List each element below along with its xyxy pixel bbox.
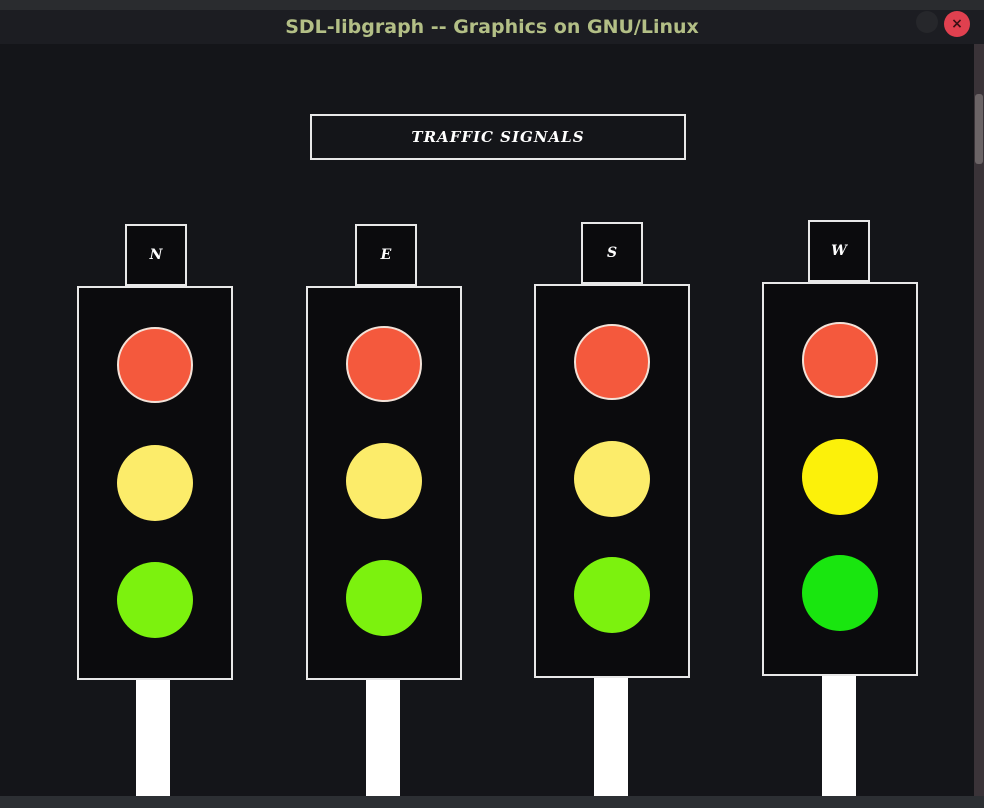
heading-box: TRAFFIC SIGNALS [310, 114, 686, 160]
scrollbar-thumb[interactable] [975, 94, 983, 164]
green-lamp [574, 557, 650, 633]
green-lamp [346, 560, 422, 636]
green-lamp [802, 555, 878, 631]
desktop-top-panel [0, 0, 984, 10]
close-icon: × [951, 16, 963, 32]
direction-box-n: N [125, 224, 187, 286]
signal-pole-s [594, 674, 628, 796]
window-title: SDL-libgraph -- Graphics on GNU/Linux [285, 16, 699, 38]
traffic-signal-s [534, 284, 690, 678]
direction-label: S [606, 245, 618, 261]
direction-box-s: S [581, 222, 643, 284]
signal-pole-e [366, 676, 400, 796]
window-titlebar[interactable]: SDL-libgraph -- Graphics on GNU/Linux × [0, 10, 984, 44]
red-lamp [117, 327, 193, 403]
yellow-lamp [802, 439, 878, 515]
heading-text: TRAFFIC SIGNALS [411, 128, 585, 146]
red-lamp [802, 322, 878, 398]
direction-label: E [380, 247, 392, 263]
yellow-lamp [574, 441, 650, 517]
traffic-signal-e [306, 286, 462, 680]
minimize-button[interactable] [916, 11, 938, 33]
traffic-signal-w [762, 282, 918, 676]
red-lamp [574, 324, 650, 400]
red-lamp [346, 326, 422, 402]
direction-box-e: E [355, 224, 417, 286]
direction-label: N [149, 247, 163, 263]
bottom-terminal-strip [0, 796, 984, 808]
green-lamp [117, 562, 193, 638]
signal-pole-n [136, 678, 170, 796]
traffic-signal-n [77, 286, 233, 680]
close-button[interactable]: × [944, 11, 970, 37]
yellow-lamp [346, 443, 422, 519]
scrollbar[interactable] [974, 44, 984, 796]
yellow-lamp [117, 445, 193, 521]
direction-label: W [831, 243, 847, 259]
signal-pole-w [822, 672, 856, 796]
direction-box-w: W [808, 220, 870, 282]
